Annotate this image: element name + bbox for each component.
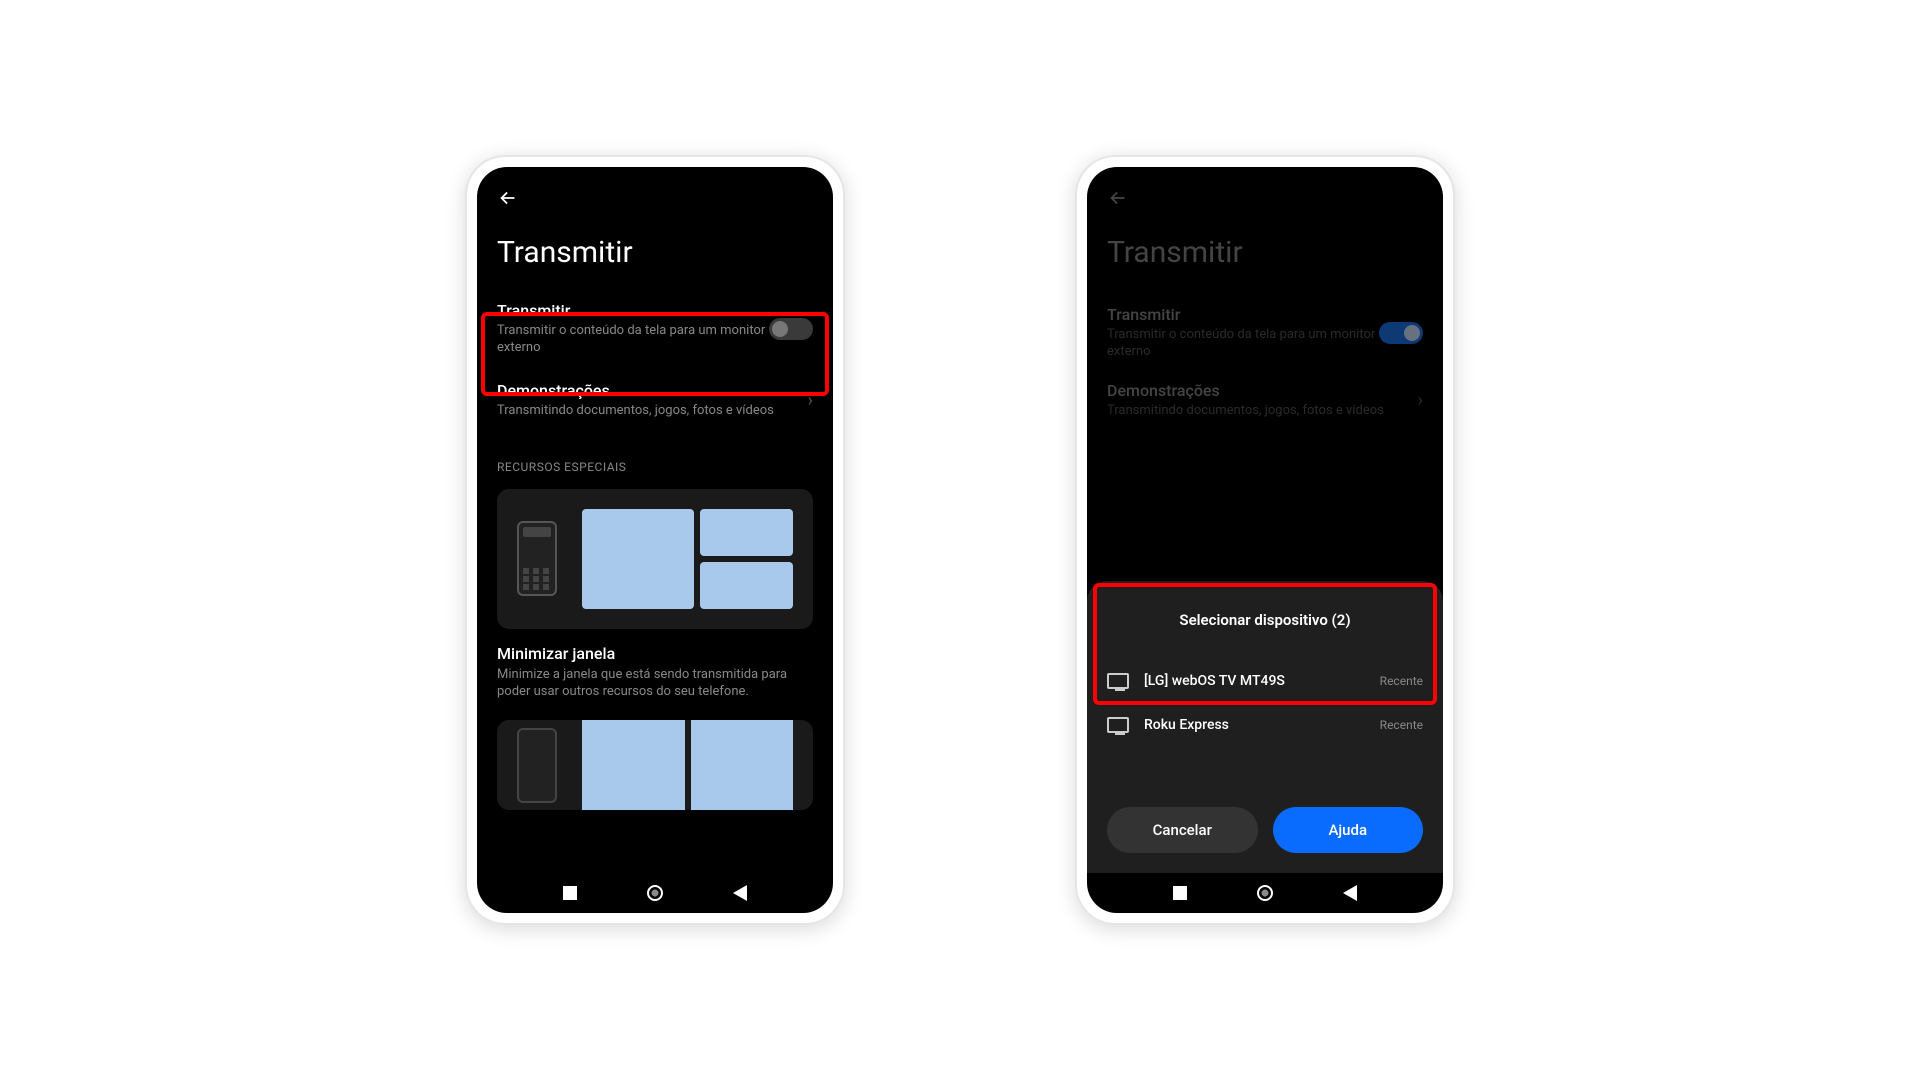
- sheet-title: Selecionar dispositivo (2): [1107, 611, 1423, 629]
- chevron-right-icon: ›: [798, 390, 813, 411]
- page-title: Transmitir: [1107, 235, 1423, 270]
- phone-icon: [517, 728, 557, 803]
- cast-toggle-row: Transmitir Transmitir o conteúdo da tela…: [1107, 295, 1423, 371]
- home-button[interactable]: [1257, 885, 1273, 901]
- demos-row: Demonstrações Transmitindo documentos, j…: [1107, 371, 1423, 430]
- row-title: Transmitir: [497, 301, 769, 320]
- android-navbar: [477, 873, 833, 913]
- cast-toggle[interactable]: [769, 318, 813, 340]
- screen-left: Transmitir Transmitir Transmitir o conte…: [477, 167, 833, 913]
- device-name: [LG] webOS TV MT49S: [1144, 673, 1365, 689]
- help-button[interactable]: Ajuda: [1273, 807, 1424, 853]
- section-label: RECURSOS ESPECIAIS: [497, 460, 813, 474]
- device-name: Roku Express: [1144, 717, 1365, 733]
- tv-icon: [1107, 717, 1129, 733]
- device-row-roku[interactable]: Roku Express Recente: [1107, 703, 1423, 747]
- device-tag: Recente: [1380, 674, 1423, 688]
- panes-icon: [582, 720, 793, 810]
- android-navbar: [1087, 873, 1443, 913]
- phone-left: Transmitir Transmitir Transmitir o conte…: [465, 155, 845, 925]
- tv-icon: [1107, 673, 1129, 689]
- recent-apps-button[interactable]: [563, 886, 577, 900]
- row-sub: Transmitindo documentos, jogos, fotos e …: [1107, 403, 1408, 420]
- row-sub: Transmitir o conteúdo da tela para um mo…: [497, 323, 769, 357]
- phone-icon: [517, 521, 557, 596]
- row-title: Transmitir: [1107, 305, 1379, 324]
- home-button[interactable]: [647, 885, 663, 901]
- demos-row[interactable]: Demonstrações Transmitindo documentos, j…: [497, 371, 813, 430]
- feature-illustration: [497, 489, 813, 629]
- back-button[interactable]: [733, 885, 747, 901]
- cast-toggle: [1379, 322, 1423, 344]
- feature-illustration-2: [497, 720, 813, 810]
- screen-right: Transmitir Transmitir Transmitir o conte…: [1087, 167, 1443, 913]
- feature-title: Minimizar janela: [497, 644, 813, 663]
- back-icon[interactable]: [1107, 167, 1423, 225]
- row-sub: Transmitir o conteúdo da tela para um mo…: [1107, 327, 1379, 361]
- device-row-lg[interactable]: [LG] webOS TV MT49S Recente: [1107, 659, 1423, 703]
- recent-apps-button[interactable]: [1173, 886, 1187, 900]
- panes-icon: [582, 509, 793, 609]
- device-tag: Recente: [1380, 718, 1423, 732]
- phone-right: Transmitir Transmitir Transmitir o conte…: [1075, 155, 1455, 925]
- cancel-button[interactable]: Cancelar: [1107, 807, 1258, 853]
- row-title: Demonstrações: [497, 381, 798, 400]
- cast-toggle-row[interactable]: Transmitir Transmitir o conteúdo da tela…: [497, 295, 813, 371]
- row-title: Demonstrações: [1107, 381, 1408, 400]
- chevron-right-icon: ›: [1408, 390, 1423, 411]
- back-button[interactable]: [1343, 885, 1357, 901]
- row-sub: Transmitindo documentos, jogos, fotos e …: [497, 403, 798, 420]
- page-title: Transmitir: [497, 235, 813, 270]
- feature-sub: Minimize a janela que está sendo transmi…: [497, 667, 813, 701]
- back-icon[interactable]: [497, 167, 813, 225]
- device-selection-sheet: Selecionar dispositivo (2) [LG] webOS TV…: [1087, 581, 1443, 873]
